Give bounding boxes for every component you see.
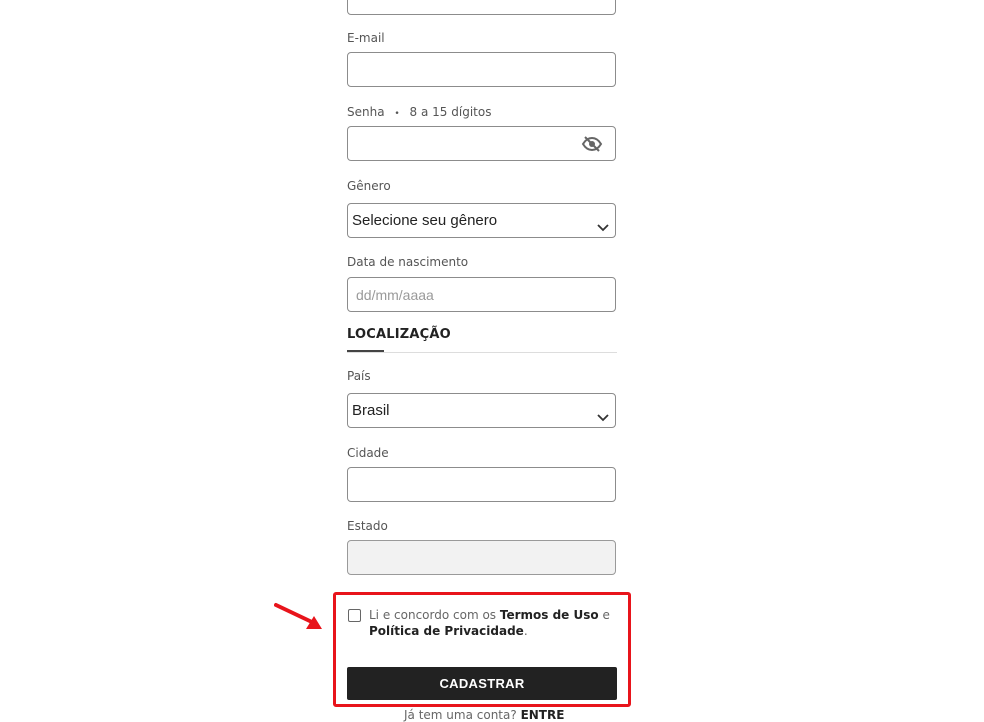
city-field[interactable]	[347, 467, 616, 502]
email-field[interactable]	[347, 52, 616, 87]
terms-prefix: Li e concordo com os	[369, 608, 500, 622]
birthdate-placeholder: dd/mm/aaaa	[356, 287, 434, 303]
section-underline	[347, 350, 384, 352]
birthdate-field[interactable]: dd/mm/aaaa	[347, 277, 616, 312]
terms-checkbox[interactable]	[348, 609, 361, 622]
eye-slash-icon[interactable]	[581, 135, 603, 157]
country-label: País	[347, 369, 371, 383]
gender-select[interactable]: Selecione seu gênero	[347, 203, 616, 238]
password-label-row: Senha • 8 a 15 dígitos	[347, 105, 491, 121]
gender-label: Gênero	[347, 179, 391, 193]
terms-text: Li e concordo com os Termos de Uso e Pol…	[369, 607, 614, 639]
submit-button[interactable]: CADASTRAR	[347, 667, 617, 700]
terms-of-use-link[interactable]: Termos de Uso	[500, 608, 599, 622]
privacy-policy-link[interactable]: Política de Privacidade	[369, 624, 524, 638]
chevron-down-icon	[597, 217, 609, 236]
state-label: Estado	[347, 519, 388, 533]
section-divider	[347, 352, 617, 353]
chevron-down-icon	[597, 407, 609, 426]
country-selected-value: Brasil	[352, 402, 390, 419]
terms-suffix: .	[523, 624, 528, 638]
password-field[interactable]	[347, 126, 616, 161]
login-prompt-text: Já tem uma conta?	[404, 708, 521, 722]
password-separator: •	[394, 109, 400, 119]
password-hint: 8 a 15 dígitos	[409, 105, 492, 119]
terms-conjunction: e	[598, 608, 610, 622]
birthdate-label: Data de nascimento	[347, 255, 469, 269]
section-title-location: LOCALIZAÇÃO	[347, 327, 451, 342]
arrow-icon	[274, 602, 328, 638]
login-prompt: Já tem uma conta? ENTRE	[404, 708, 564, 722]
previous-field-input[interactable]	[347, 0, 616, 15]
city-label: Cidade	[347, 446, 389, 460]
email-label: E-mail	[347, 31, 385, 45]
password-label: Senha	[347, 105, 385, 119]
login-link[interactable]: ENTRE	[521, 708, 565, 722]
country-select[interactable]: Brasil	[347, 393, 616, 428]
state-field	[347, 540, 616, 575]
gender-selected-value: Selecione seu gênero	[352, 212, 498, 229]
